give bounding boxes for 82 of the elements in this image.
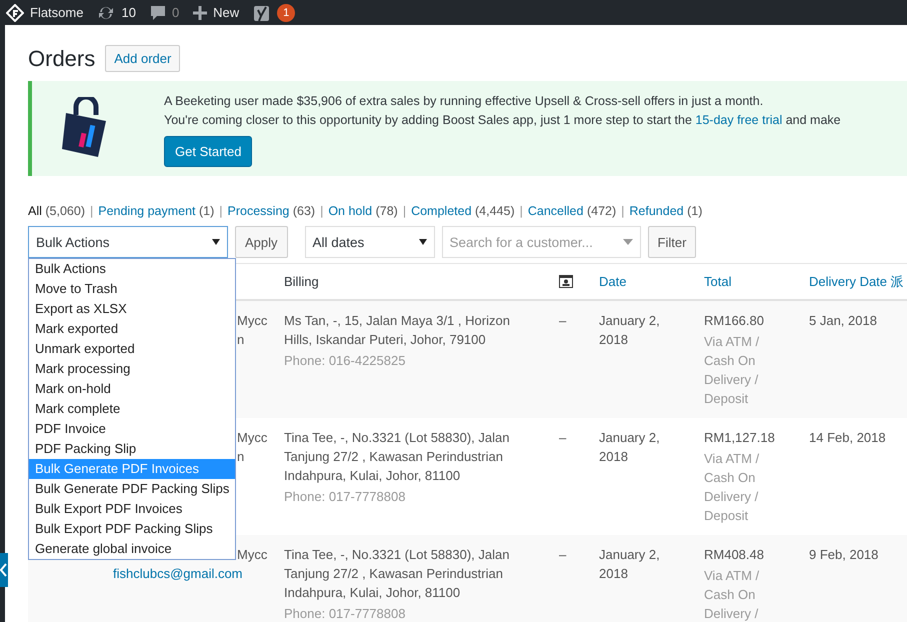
dropdown-option[interactable]: Bulk Actions bbox=[29, 259, 235, 279]
order-total: RM166.80 bbox=[704, 312, 764, 330]
billing-phone: Phone: 017-7778808 bbox=[284, 488, 406, 506]
dropdown-option[interactable]: PDF Packing Slip bbox=[29, 439, 235, 459]
column-header[interactable]: Date bbox=[599, 274, 626, 289]
order-total: RM408.48 bbox=[704, 546, 764, 564]
billing-phone: Phone: 016-4225825 bbox=[284, 352, 406, 370]
y-logo-icon[interactable] bbox=[253, 4, 272, 22]
caret-icon bbox=[212, 239, 220, 245]
page-title: Orders bbox=[28, 46, 96, 72]
bulk-actions-select[interactable]: Bulk Actions bbox=[28, 226, 228, 258]
order-text: Mycc bbox=[237, 546, 268, 564]
payment-method: Via ATM / Cash On Delivery / Deposit bbox=[704, 450, 760, 525]
order-total: RM1,127.18 bbox=[704, 429, 775, 447]
dropdown-option[interactable]: Bulk Generate PDF Packing Slips bbox=[29, 479, 235, 499]
filter-button[interactable]: Filter bbox=[648, 226, 696, 258]
separator: | bbox=[402, 204, 406, 218]
status-filter-link[interactable]: Completed (4,445) bbox=[411, 204, 515, 218]
column-header: Billing bbox=[284, 274, 319, 289]
dropdown-option[interactable]: PDF Invoice bbox=[29, 419, 235, 439]
separator: | bbox=[90, 204, 94, 218]
separator: | bbox=[219, 204, 223, 218]
notification-badge: 1 bbox=[277, 4, 296, 22]
caret-icon bbox=[418, 239, 427, 245]
billing-address: Ms Tan, -, 15, Jalan Maya 3/1 , Horizon Hills, Iskandar Puteri, Johor, 79100 bbox=[284, 312, 511, 349]
dropdown-option[interactable]: Generate global invoice bbox=[29, 539, 235, 559]
dropdown-option[interactable]: Mark exported bbox=[29, 319, 235, 339]
order-text: n bbox=[237, 448, 244, 466]
id-card-icon bbox=[559, 275, 573, 288]
billing-phone: Phone: 017-7778808 bbox=[284, 605, 406, 622]
diamond-logo-icon[interactable] bbox=[6, 4, 24, 22]
comment-icon[interactable] bbox=[150, 4, 166, 20]
shipping-dash: – bbox=[559, 312, 566, 330]
dropdown-option[interactable]: Bulk Export PDF Packing Slips bbox=[29, 519, 235, 539]
column-header[interactable]: Delivery Date 派 bbox=[809, 272, 904, 290]
refresh-icon[interactable] bbox=[97, 4, 116, 20]
separator: | bbox=[320, 204, 324, 218]
dropdown-option[interactable]: Mark on-hold bbox=[29, 379, 235, 399]
status-filter-link[interactable]: Processing (63) bbox=[228, 204, 316, 218]
status-filter-link[interactable]: Pending payment (1) bbox=[98, 204, 214, 218]
shipping-dash: – bbox=[559, 429, 566, 447]
apply-button[interactable]: Apply bbox=[235, 226, 288, 258]
date-filter-select[interactable]: All dates bbox=[304, 226, 435, 258]
column-header[interactable]: Total bbox=[704, 274, 732, 289]
dropdown-option[interactable]: Unmark exported bbox=[29, 339, 235, 359]
free-trial-link[interactable]: 15-day free trial bbox=[695, 113, 782, 127]
notice-text: A Beeketing user made $35,906 of extra sales by running effective Upsell & Cross-sell offers in just a month. bbox=[164, 93, 764, 110]
payment-method: Via ATM / Cash On Delivery / bbox=[704, 567, 760, 622]
admin-bar-label[interactable]: Flatsome bbox=[30, 5, 84, 20]
notice-text: You're coming closer to this opportunity by adding Boost Sales app, just 1 more step to start the 15-day free trial and make bbox=[164, 112, 841, 129]
status-filter-link[interactable]: On hold (78) bbox=[328, 204, 398, 218]
status-filter-link[interactable]: Cancelled (472) bbox=[528, 204, 616, 218]
add-order-button[interactable]: Add order bbox=[105, 45, 180, 72]
dropdown-option[interactable]: Mark processing bbox=[29, 359, 235, 379]
caret-icon bbox=[622, 239, 633, 245]
delivery-date: 14 Feb, 2018 bbox=[809, 429, 886, 447]
dropdown-option[interactable]: Move to Trash bbox=[29, 279, 235, 299]
delivery-date: 9 Feb, 2018 bbox=[809, 546, 878, 564]
order-text: Mycc bbox=[237, 312, 268, 330]
order-date: January 2, 2018 bbox=[599, 546, 661, 583]
billing-address: Tina Tee, -, No.3321 (Lot 58830), Jalan Tanjung 27/2 , Kawasan Perindustrian Indahpura, Kulai, Johor, 81100 bbox=[284, 429, 510, 485]
customer-email-link[interactable]: fishclubcs@gmail.com bbox=[113, 564, 243, 583]
separator: | bbox=[621, 204, 624, 218]
separator: | bbox=[520, 204, 523, 218]
order-text: n bbox=[237, 331, 244, 349]
admin-bar-label[interactable]: 0 bbox=[172, 5, 180, 20]
status-filter-link[interactable]: All (5,060) bbox=[28, 204, 85, 218]
admin-bar-label[interactable]: New bbox=[213, 5, 240, 20]
dropdown-option[interactable]: Bulk Export PDF Invoices bbox=[29, 499, 235, 519]
admin-bar-label[interactable]: 10 bbox=[121, 5, 136, 20]
get-started-button[interactable]: Get Started bbox=[164, 136, 252, 167]
shipping-dash: – bbox=[559, 546, 566, 564]
dropdown-option[interactable]: Mark complete bbox=[29, 399, 235, 419]
payment-method: Via ATM / Cash On Delivery / Deposit bbox=[704, 333, 760, 408]
status-filter-link[interactable]: Refunded (1) bbox=[629, 204, 702, 218]
delivery-date: 5 Jan, 2018 bbox=[809, 312, 877, 330]
plus-icon[interactable] bbox=[193, 6, 208, 20]
billing-address: Tina Tee, -, No.3321 (Lot 58830), Jalan Tanjung 27/2 , Kawasan Perindustrian Indahpura, Kulai, Johor, 81100 bbox=[284, 546, 510, 602]
order-text: Mycc bbox=[237, 429, 268, 447]
order-date: January 2, 2018 bbox=[599, 312, 661, 349]
dropdown-option[interactable]: Export as XLSX bbox=[29, 299, 235, 319]
order-date: January 2, 2018 bbox=[599, 429, 661, 466]
